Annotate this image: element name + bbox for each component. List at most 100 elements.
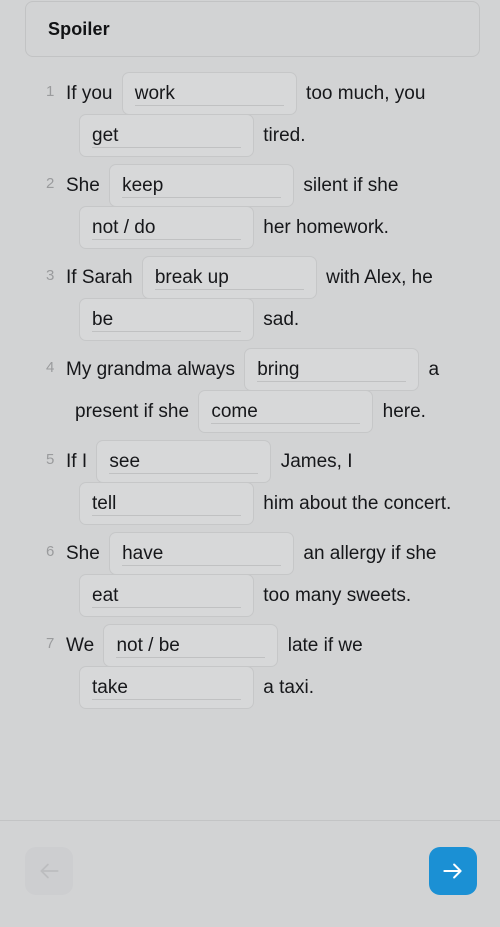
blank-underline: [109, 473, 259, 475]
question-row-2: 2 She keep silent if she not / do her ho…: [0, 164, 500, 250]
blank-underline: [211, 423, 361, 425]
answer-blank-value: eat: [92, 585, 119, 607]
next-button[interactable]: [429, 847, 477, 895]
blank-underline: [92, 699, 241, 701]
answer-blank-6a[interactable]: have: [109, 532, 295, 576]
question-text-post: a taxi.: [263, 677, 314, 698]
answer-blank-value: take: [92, 677, 128, 699]
answer-blank-1a[interactable]: work: [121, 72, 297, 116]
blank-underline: [134, 105, 284, 107]
blank-underline: [92, 147, 241, 149]
question-number: 6: [46, 543, 55, 560]
blank-underline: [92, 331, 241, 333]
question-row-1: 1 If you work too much, you get tired.: [0, 72, 500, 158]
question-number: 4: [46, 359, 55, 376]
question-number: 5: [46, 451, 55, 468]
question-number: 1: [46, 83, 55, 100]
spoiler-bar[interactable]: Spoiler: [25, 1, 480, 57]
question-text-post: sad.: [263, 309, 300, 330]
answer-blank-5a[interactable]: see: [96, 440, 272, 484]
question-text-pre: She: [66, 175, 100, 196]
back-button[interactable]: [25, 847, 73, 895]
question-body: She keep silent if she not / do her home…: [47, 164, 492, 250]
answer-blank-7a[interactable]: not / be: [103, 624, 279, 668]
answer-blank-value: come: [211, 401, 258, 423]
question-text-mid: late if we: [287, 635, 363, 656]
question-number: 7: [46, 635, 55, 652]
navigation-footer: [0, 820, 500, 927]
answer-blank-4b[interactable]: come: [198, 390, 374, 434]
question-text-mid: with Alex, he: [326, 267, 433, 288]
question-line-2: tell him about the concert.: [66, 482, 492, 526]
blank-underline: [92, 515, 241, 517]
question-body: My grandma always bring a present if she…: [47, 348, 492, 434]
question-text-post: too many sweets.: [263, 585, 412, 606]
arrow-right-icon: [440, 858, 466, 884]
question-line-2: eat too many sweets.: [66, 574, 492, 618]
question-line-2: get tired.: [66, 114, 492, 158]
answer-blank-value: tell: [92, 493, 117, 515]
question-text-pre: If Sarah: [66, 267, 133, 288]
question-line-2: not / do her homework.: [66, 206, 492, 250]
question-text-pre: We: [66, 635, 95, 656]
question-list: 1 If you work too much, you get tired. 2…: [0, 72, 500, 817]
answer-blank-3b[interactable]: be: [79, 298, 254, 342]
question-row-3: 3 If Sarah break up with Alex, he be sad…: [0, 256, 500, 342]
question-text-pre-2: present if she: [75, 401, 190, 422]
answer-blank-value: not / do: [92, 217, 156, 239]
question-number: 2: [46, 175, 55, 192]
spoiler-label: Spoiler: [48, 18, 110, 39]
question-body: She have an allergy if she eat too many …: [47, 532, 492, 618]
answer-blank-7b[interactable]: take: [79, 666, 254, 710]
question-body: We not / be late if we take a taxi.: [47, 624, 492, 710]
question-text-post: her homework.: [263, 217, 389, 238]
blank-underline: [154, 289, 304, 291]
answer-blank-1b[interactable]: get: [79, 114, 254, 158]
question-body: If you work too much, you get tired.: [47, 72, 492, 158]
answer-blank-value: keep: [122, 175, 164, 197]
question-line-2: present if she come here.: [66, 390, 492, 434]
answer-blank-2b[interactable]: not / do: [79, 206, 254, 250]
answer-blank-value: bring: [257, 359, 300, 381]
question-number: 3: [46, 267, 55, 284]
answer-blank-value: see: [109, 451, 141, 473]
question-row-5: 5 If I see James, I tell him about the c…: [0, 440, 500, 526]
question-row-6: 6 She have an allergy if she eat too man…: [0, 532, 500, 618]
question-body: If I see James, I tell him about the con…: [47, 440, 492, 526]
question-text-mid: James, I: [280, 451, 353, 472]
question-line-2: take a taxi.: [66, 666, 492, 710]
question-body: If Sarah break up with Alex, he be sad.: [47, 256, 492, 342]
answer-blank-value: break up: [154, 267, 229, 289]
blank-underline: [257, 381, 407, 383]
blank-underline: [92, 607, 241, 609]
question-text-pre: If I: [66, 451, 88, 472]
answer-blank-4a[interactable]: bring: [244, 348, 420, 392]
answer-blank-value: be: [92, 309, 114, 331]
blank-underline: [92, 239, 241, 241]
blank-underline: [122, 565, 282, 567]
question-text-mid: an allergy if she: [303, 543, 437, 564]
question-text-mid: too much, you: [306, 83, 426, 104]
answer-blank-5b[interactable]: tell: [79, 482, 254, 526]
arrow-left-icon: [36, 858, 62, 884]
answer-blank-value: get: [92, 125, 119, 147]
question-row-4: 4 My grandma always bring a present if s…: [0, 348, 500, 434]
answer-blank-3a[interactable]: break up: [141, 256, 317, 300]
question-line-2: be sad.: [66, 298, 492, 342]
answer-blank-2a[interactable]: keep: [109, 164, 295, 208]
answer-blank-value: have: [122, 543, 164, 565]
question-text-post: here.: [382, 401, 426, 422]
question-text-mid: silent if she: [303, 175, 399, 196]
question-row-7: 7 We not / be late if we take a taxi.: [0, 624, 500, 710]
question-text-post: him about the concert.: [263, 493, 452, 514]
answer-blank-6b[interactable]: eat: [79, 574, 254, 618]
blank-underline: [116, 657, 266, 659]
blank-underline: [122, 197, 282, 199]
question-text-pre: If you: [66, 83, 113, 104]
answer-blank-value: work: [134, 83, 175, 105]
question-text-pre: She: [66, 543, 100, 564]
question-text-mid: a: [428, 359, 440, 380]
question-text-pre: My grandma always: [66, 359, 235, 380]
question-text-post: tired.: [263, 125, 306, 146]
answer-blank-value: not / be: [116, 635, 180, 657]
